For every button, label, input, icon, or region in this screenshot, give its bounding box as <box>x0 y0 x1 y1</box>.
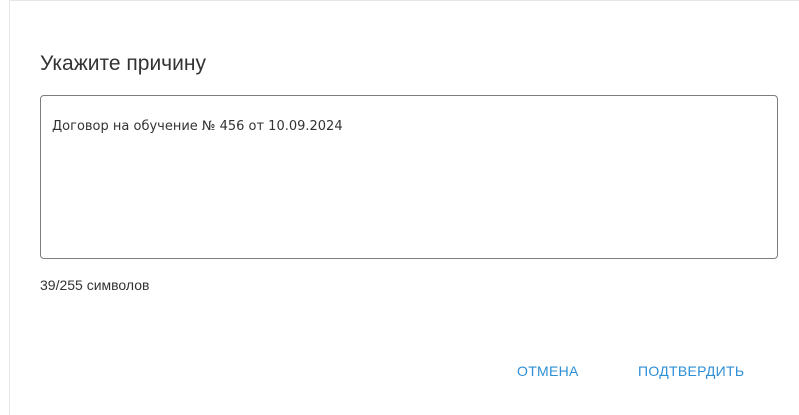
confirm-button[interactable]: ПОДТВЕРДИТЬ <box>638 360 744 382</box>
character-counter: 39/255 символов <box>40 277 150 293</box>
dialog-title: Укажите причину <box>40 52 206 75</box>
reason-dialog: Укажите причину Договор на обучение № 45… <box>9 0 799 415</box>
reason-textarea[interactable]: Договор на обучение № 456 от 10.09.2024 <box>40 95 778 259</box>
reason-text: Договор на обучение № 456 от 10.09.2024 <box>52 119 343 134</box>
cancel-button[interactable]: ОТМЕНА <box>517 360 579 382</box>
